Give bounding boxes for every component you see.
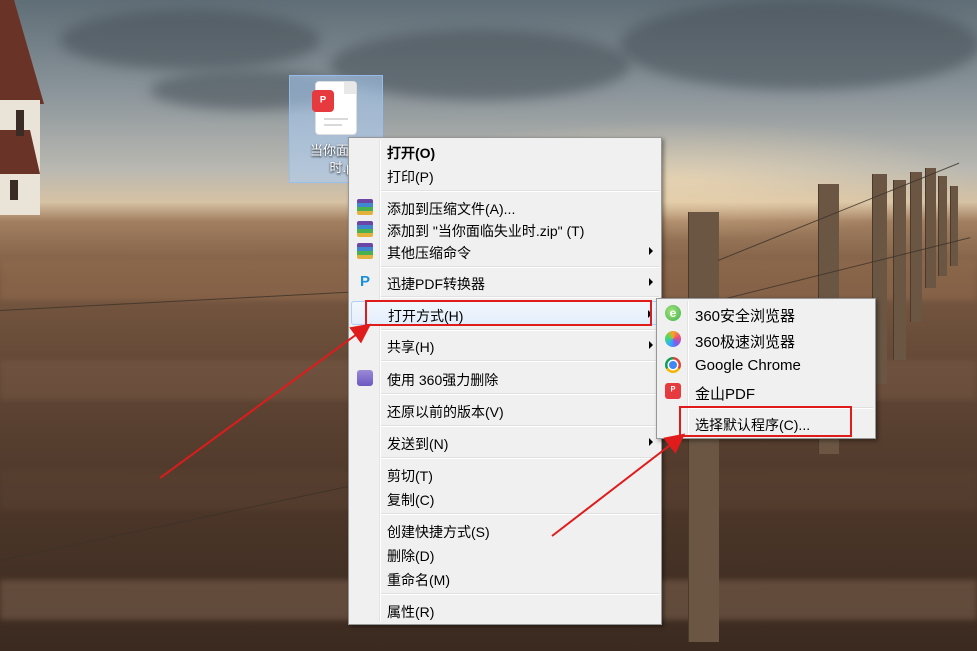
annotation-arrow-2 bbox=[551, 433, 686, 537]
annotation-arrows bbox=[159, 323, 686, 537]
annotation-arrow-1 bbox=[159, 323, 372, 479]
